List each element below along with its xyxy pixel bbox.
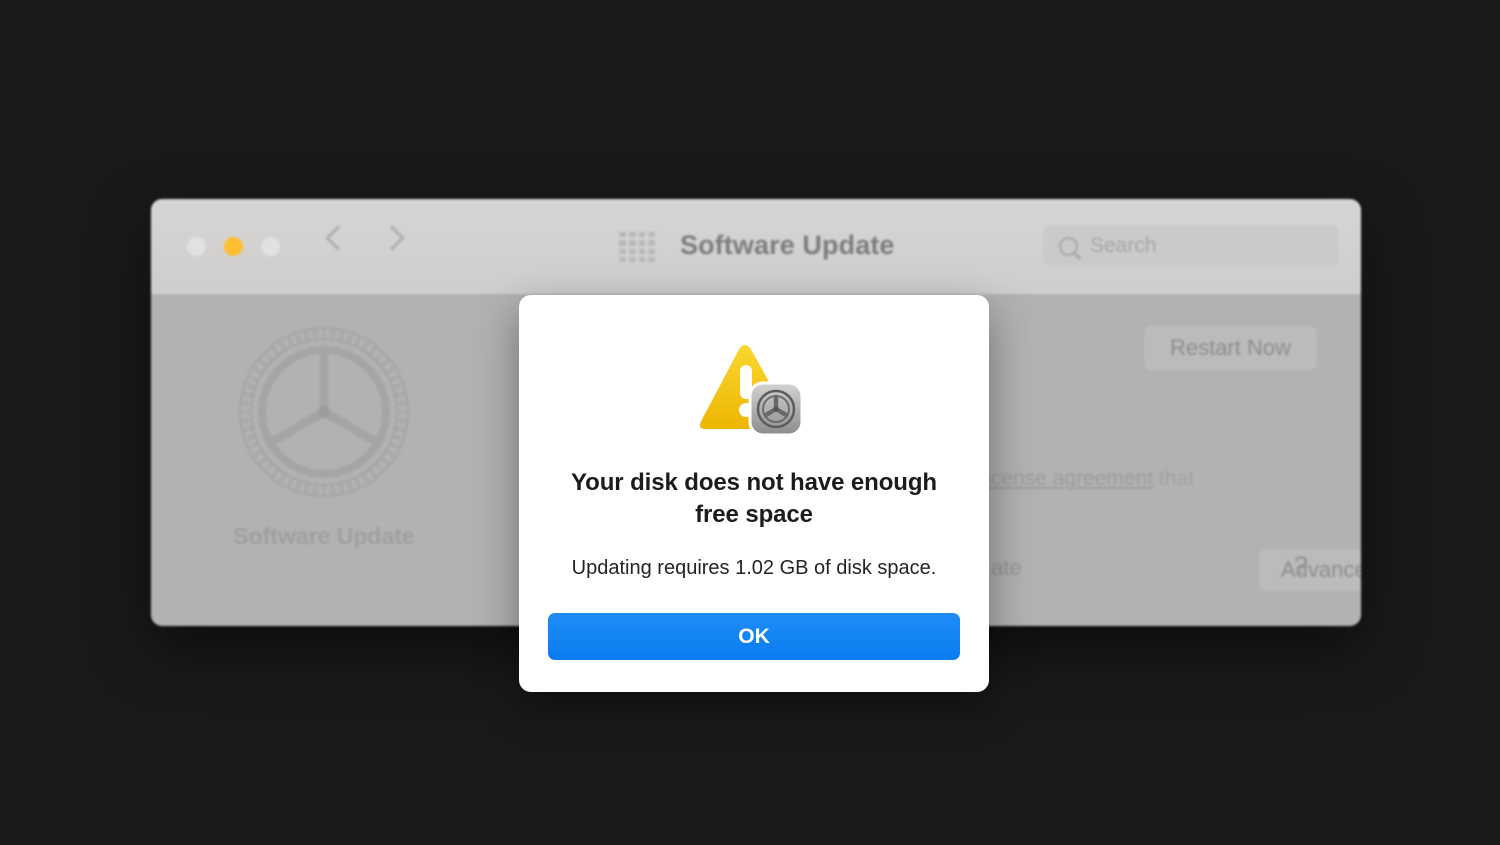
alert-message: Updating requires 1.02 GB of disk space. xyxy=(571,557,937,579)
chevron-left-icon xyxy=(325,225,351,251)
traffic-light-group xyxy=(187,237,280,256)
minimize-button[interactable] xyxy=(224,237,243,256)
software-update-icon-block: Software Update xyxy=(224,319,424,550)
alert-dialog: Your disk does not have enough free spac… xyxy=(519,295,989,692)
update-button-partial[interactable]: ate xyxy=(991,555,1022,581)
close-button[interactable] xyxy=(187,237,206,256)
search-icon xyxy=(1059,236,1078,256)
chevron-right-icon xyxy=(379,225,405,251)
software-update-label: Software Update xyxy=(233,523,415,549)
system-preferences-gear-icon xyxy=(231,319,417,505)
zoom-button[interactable] xyxy=(261,237,280,256)
search-input[interactable]: Search xyxy=(1043,225,1339,267)
advanced-button[interactable]: Advanced... xyxy=(1259,549,1361,591)
license-agreement-link[interactable]: l license agreement xyxy=(971,467,1153,490)
page-title: Software Update xyxy=(680,230,895,260)
back-button[interactable] xyxy=(325,225,351,251)
forward-button[interactable] xyxy=(379,225,405,251)
warning-triangle-icon xyxy=(692,337,816,447)
desktop-background: Software Update Search Software Update R… xyxy=(0,0,1500,845)
window-titlebar: Software Update Search xyxy=(151,199,1361,295)
help-button[interactable]: ? xyxy=(1294,552,1308,581)
ok-button[interactable]: OK xyxy=(548,613,960,660)
grid-view-icon[interactable] xyxy=(619,232,655,262)
license-agreement-text: l license agreement that xyxy=(971,467,1194,491)
navigation-arrows xyxy=(325,225,405,251)
alert-title: Your disk does not have enough free spac… xyxy=(571,469,937,528)
license-agreement-tail: that xyxy=(1153,467,1194,490)
restart-now-button[interactable]: Restart Now xyxy=(1143,326,1317,370)
search-placeholder: Search xyxy=(1090,234,1157,257)
